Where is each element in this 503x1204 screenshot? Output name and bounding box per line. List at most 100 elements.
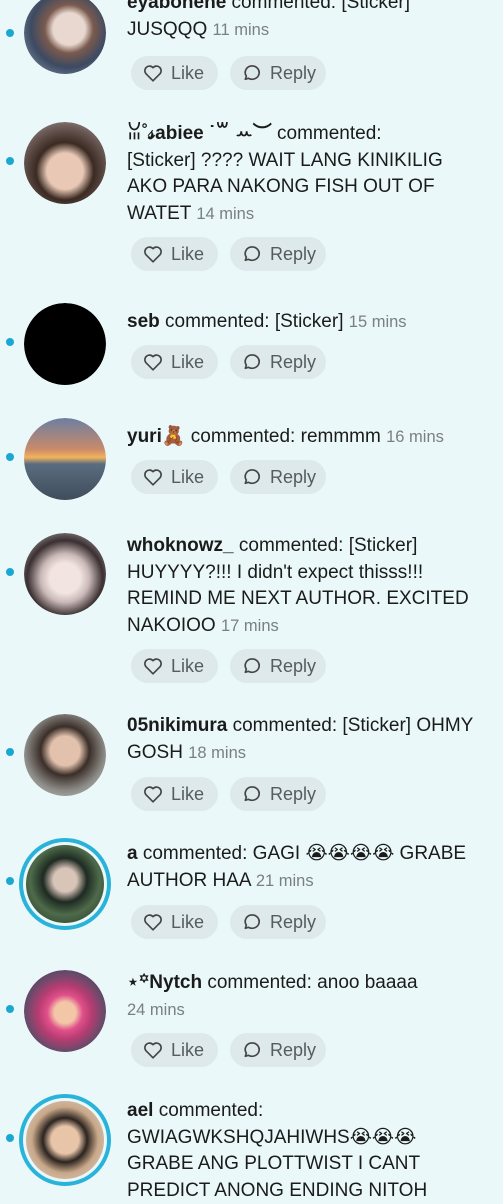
like-button[interactable]: Like: [131, 237, 218, 271]
comment-time: 14 mins: [196, 204, 255, 223]
comment-action: commented:: [271, 123, 382, 144]
comment-author[interactable]: ⋆꙳Nytch: [127, 972, 202, 993]
comment-action: commented: [Sticker]: [226, 0, 410, 13]
comment-time: 11 mins: [212, 20, 270, 39]
like-button[interactable]: Like: [131, 649, 218, 683]
comment-action: commented: anoo baaaa: [202, 972, 418, 993]
unread-dot: [6, 453, 14, 461]
reply-button[interactable]: Reply: [230, 56, 326, 90]
comment-author[interactable]: ael: [127, 1100, 153, 1121]
chat-bubble-icon: [244, 469, 260, 485]
reply-button[interactable]: Reply: [230, 460, 326, 494]
comment-text: 05nikimura commented: [Sticker] OHMY GOS…: [127, 713, 487, 766]
avatar[interactable]: [24, 122, 106, 204]
reply-label: Reply: [270, 1039, 317, 1060]
comment-author[interactable]: seb: [127, 311, 160, 332]
comment-body: GOSH: [127, 741, 183, 763]
comment-action: commented: [Sticker] OHMY: [227, 715, 474, 736]
like-button[interactable]: Like: [131, 345, 218, 379]
chat-bubble-icon: [244, 246, 260, 262]
avatar[interactable]: [24, 303, 106, 385]
like-label: Like: [171, 655, 205, 676]
like-label: Like: [171, 351, 205, 372]
reply-button[interactable]: Reply: [230, 905, 326, 939]
comment-actions: Like Reply: [131, 777, 326, 811]
reply-button[interactable]: Reply: [230, 237, 326, 271]
unread-dot: [6, 877, 14, 885]
comment-actions: Like Reply: [131, 905, 326, 939]
heart-icon: [144, 914, 162, 931]
like-label: Like: [171, 1039, 205, 1060]
comment-text: eyabonene commented: [Sticker] JUSQQQ 11…: [127, 0, 487, 43]
comment-actions: Like Reply: [131, 345, 326, 379]
comment-author[interactable]: yuri🧸: [127, 426, 186, 447]
comment-action: commented: [Sticker]: [159, 311, 344, 332]
comment-actions: Like Reply: [131, 460, 326, 494]
like-label: Like: [171, 62, 205, 83]
reply-button[interactable]: Reply: [230, 1033, 326, 1067]
comment-author[interactable]: a: [127, 843, 138, 864]
comment-body: AUTHOR HAA: [127, 869, 251, 891]
comment-body: [Sticker] ???? WAIT LANG KINIKILIG AKO P…: [127, 149, 443, 224]
comment-time: 15 mins: [348, 313, 407, 331]
chat-bubble-icon: [244, 786, 260, 802]
avatar[interactable]: [24, 0, 106, 74]
avatar[interactable]: [24, 418, 106, 500]
comment-text: yuri🧸 commented: remmmm 16 mins: [127, 424, 487, 451]
like-label: Like: [171, 783, 205, 804]
comment-time: 16 mins: [386, 428, 444, 446]
reply-label: Reply: [270, 466, 317, 487]
reply-label: Reply: [270, 62, 317, 83]
comment-action: commented: GAGI 😭😭😭😭 GRABE: [137, 843, 467, 864]
like-label: Like: [171, 466, 205, 487]
comment-time: 24 mins: [127, 1000, 185, 1019]
comment-text: ael commented: GWIAGWKSHQJAHIWHS😭😭😭 GRAB…: [127, 1098, 487, 1204]
chat-bubble-icon: [244, 1042, 260, 1058]
like-label: Like: [171, 243, 205, 264]
comment-text: a commented: GAGI 😭😭😭😭 GRABE AUTHOR HAA …: [127, 841, 487, 894]
heart-icon: [144, 786, 162, 803]
heart-icon: [144, 246, 162, 263]
heart-icon: [144, 65, 162, 82]
reply-button[interactable]: Reply: [230, 649, 326, 683]
like-button[interactable]: Like: [131, 905, 218, 939]
avatar[interactable]: [19, 1094, 111, 1186]
heart-icon: [144, 1042, 162, 1059]
comment-action: commented: [Sticker]: [233, 535, 418, 556]
comment-actions: Like Reply: [131, 649, 326, 683]
reply-button[interactable]: Reply: [230, 345, 326, 379]
avatar[interactable]: [19, 838, 111, 930]
like-button[interactable]: Like: [131, 56, 218, 90]
chat-bubble-icon: [244, 354, 260, 370]
avatar[interactable]: [24, 970, 106, 1052]
like-button[interactable]: Like: [131, 777, 218, 811]
unread-dot: [6, 157, 14, 165]
comment-actions: Like Reply: [131, 56, 326, 90]
unread-dot: [6, 1005, 14, 1013]
chat-bubble-icon: [244, 658, 260, 674]
reply-label: Reply: [270, 783, 317, 804]
comment-text: seb commented: [Sticker] 15 mins: [127, 309, 487, 336]
chat-bubble-icon: [244, 65, 260, 81]
comment-time: 21 mins: [255, 871, 314, 890]
unread-dot: [6, 568, 14, 576]
comment-time: 18 mins: [188, 743, 247, 762]
unread-dot: [6, 1134, 14, 1142]
comment-author[interactable]: whoknowz_: [127, 535, 234, 556]
comment-body: HUYYYY?!!! I didn't expect thisss!!! REM…: [127, 561, 469, 636]
comment-author[interactable]: ꈍ˚𝓈abiee ˙꒳ ꕀ︶: [127, 123, 272, 144]
reply-label: Reply: [270, 911, 317, 932]
avatar[interactable]: [24, 533, 106, 615]
unread-dot: [6, 338, 14, 346]
reply-button[interactable]: Reply: [230, 777, 326, 811]
heart-icon: [144, 354, 162, 371]
comment-author[interactable]: 05nikimura: [127, 715, 227, 736]
comment-action: commented:: [153, 1100, 264, 1121]
comment-action: commented: remmmm: [185, 426, 381, 447]
like-button[interactable]: Like: [131, 460, 218, 494]
unread-dot: [6, 29, 14, 37]
like-button[interactable]: Like: [131, 1033, 218, 1067]
comment-author[interactable]: eyabonene: [127, 0, 226, 13]
avatar[interactable]: [24, 714, 106, 796]
comment-text: whoknowz_ commented: [Sticker] HUYYYY?!!…: [127, 533, 487, 639]
